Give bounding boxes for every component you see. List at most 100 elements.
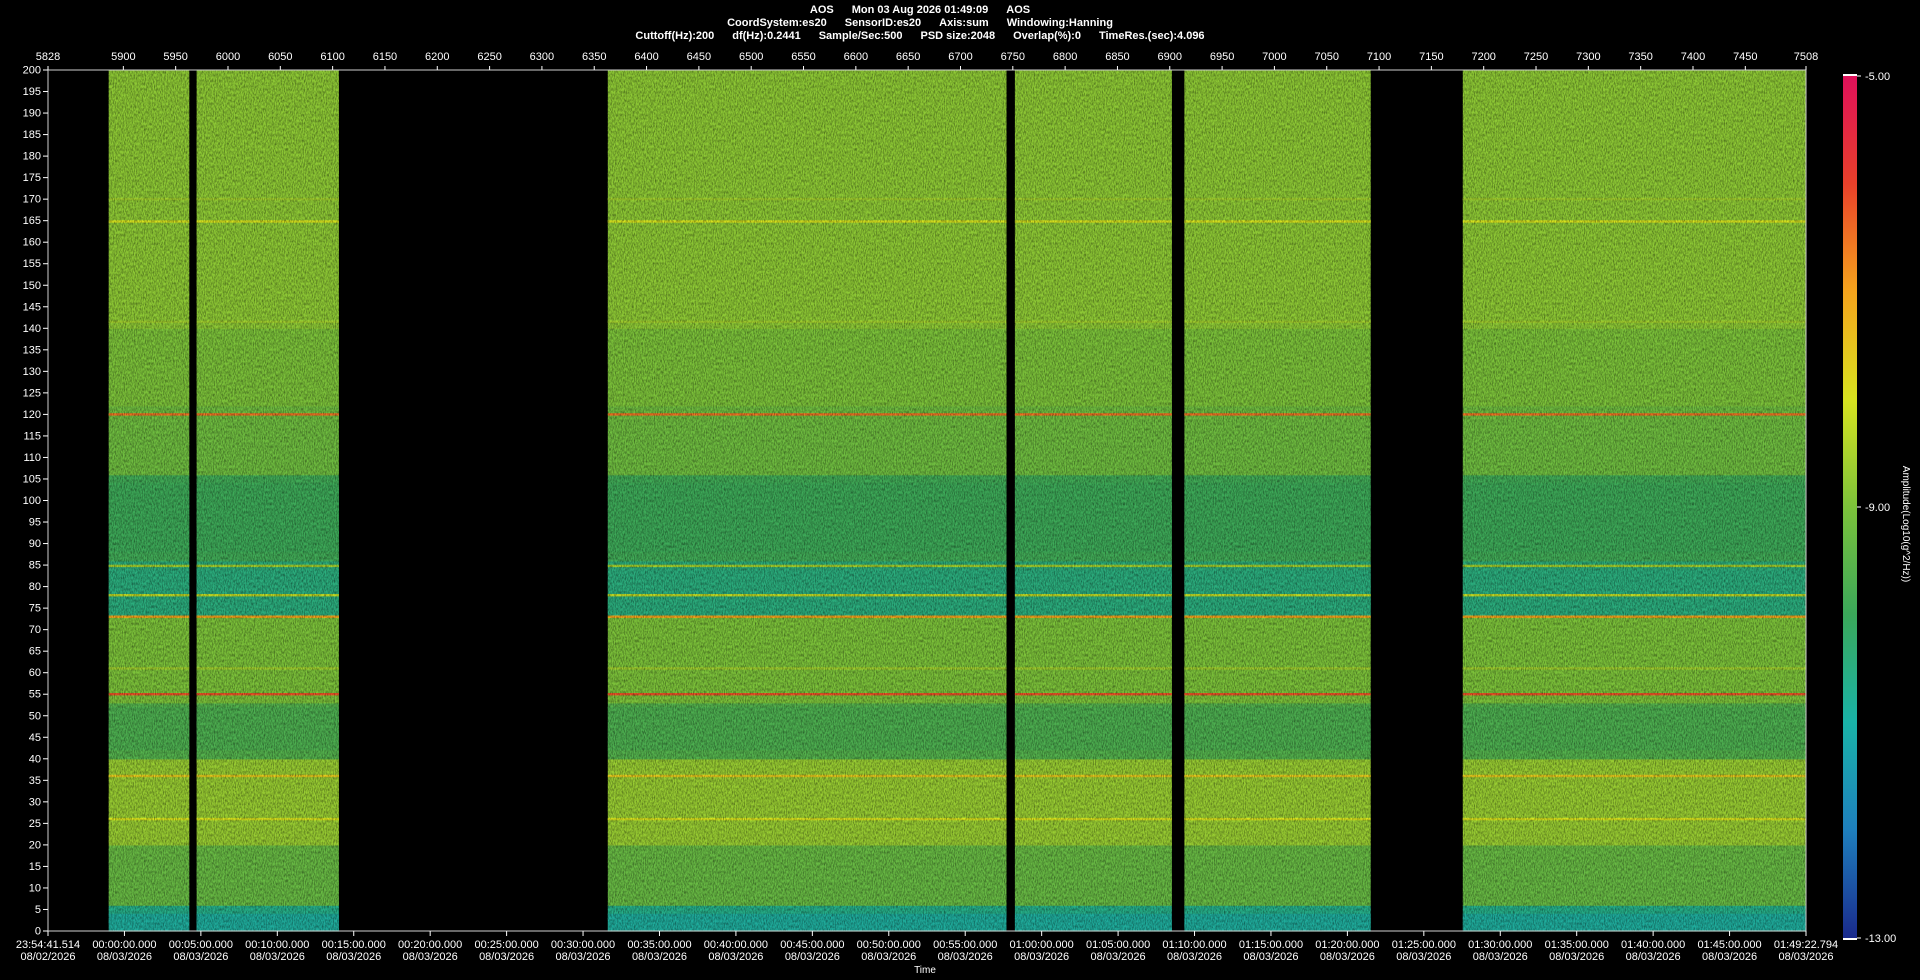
y-tick-label: 120 xyxy=(23,409,41,421)
date-tick-label: 08/03/2026 xyxy=(403,951,458,963)
date-tick-label: 08/03/2026 xyxy=(785,951,840,963)
top-tick-label: 6250 xyxy=(477,51,501,63)
y-tick-label: 100 xyxy=(23,495,41,507)
top-tick-label: 7050 xyxy=(1314,51,1338,63)
y-tick-label: 155 xyxy=(23,258,41,270)
time-tick-label: 00:45:00.000 xyxy=(780,939,844,951)
time-tick-label: 01:20:00.000 xyxy=(1315,939,1379,951)
y-tick-label: 175 xyxy=(23,172,41,184)
y-tick-label: 50 xyxy=(29,710,41,722)
y-tick-label: 75 xyxy=(29,603,41,615)
date-tick-label: 08/03/2026 xyxy=(1626,951,1681,963)
data-segment xyxy=(108,70,190,932)
top-tick-label: 6000 xyxy=(216,51,240,63)
top-tick-label: 6850 xyxy=(1105,51,1129,63)
y-tick-label: 10 xyxy=(29,882,41,894)
colorbar-label: Amplitude(Log10(g^2/Hz)) xyxy=(1900,466,1911,582)
date-tick-label: 08/03/2026 xyxy=(1473,951,1528,963)
data-segment xyxy=(607,70,1007,932)
data-segment xyxy=(1014,70,1172,932)
time-tick-label: 00:40:00.000 xyxy=(704,939,768,951)
y-tick-label: 105 xyxy=(23,473,41,485)
top-tick-label: 6450 xyxy=(687,51,711,63)
top-axis-ticks: 5828 5900 5950 6000 6050 6100 6150 6200 6250 6300… xyxy=(36,51,1818,70)
time-tick-label: 01:05:00.000 xyxy=(1086,939,1150,951)
y-tick-label: 185 xyxy=(23,129,41,141)
top-tick-label: 6150 xyxy=(373,51,397,63)
top-tick-label: 7450 xyxy=(1733,51,1757,63)
top-tick-label: 7000 xyxy=(1262,51,1286,63)
y-axis-ticks: 2001951901851801751701651601551501451401… xyxy=(23,65,48,938)
y-tick-label: 70 xyxy=(29,624,41,636)
top-tick-label: 7300 xyxy=(1576,51,1600,63)
time-tick-label: 01:40:00.000 xyxy=(1621,939,1685,951)
y-tick-label: 45 xyxy=(29,732,41,744)
time-tick-label: 00:50:00.000 xyxy=(857,939,921,951)
time-tick-label: 01:25:00.000 xyxy=(1392,939,1456,951)
y-tick-label: 5 xyxy=(35,904,41,916)
time-tick-label: 01:15:00.000 xyxy=(1239,939,1303,951)
top-tick-label: 6950 xyxy=(1210,51,1234,63)
top-tick-label: 5950 xyxy=(163,51,187,63)
y-tick-label: 60 xyxy=(29,667,41,679)
y-tick-label: 190 xyxy=(23,108,41,120)
time-tick-label: 01:45:00.000 xyxy=(1697,939,1761,951)
top-tick-label: 6350 xyxy=(582,51,606,63)
y-tick-label: 140 xyxy=(23,323,41,335)
top-tick-label: 6550 xyxy=(791,51,815,63)
y-tick-label: 125 xyxy=(23,387,41,399)
top-tick-label: 6100 xyxy=(320,51,344,63)
noise-texture xyxy=(607,70,1007,931)
time-axis-ticks: 23:54:41.51408/02/202600:00:00.00008/03/… xyxy=(16,931,1838,963)
top-tick-label: 7150 xyxy=(1419,51,1443,63)
date-tick-label: 08/03/2026 xyxy=(1243,951,1298,963)
top-tick-label: 6900 xyxy=(1158,51,1182,63)
date-tick-label: 08/03/2026 xyxy=(97,951,152,963)
spectrogram-chart: 2001951901851801751701651601551501451401… xyxy=(16,51,1911,976)
time-tick-label: 01:49:22.794 xyxy=(1774,939,1838,951)
time-tick-label: 00:00:00.000 xyxy=(92,939,156,951)
date-tick-label: 08/03/2026 xyxy=(250,951,305,963)
y-tick-label: 85 xyxy=(29,560,41,572)
date-tick-label: 08/03/2026 xyxy=(1778,951,1833,963)
top-tick-label: 7400 xyxy=(1681,51,1705,63)
date-tick-label: 08/03/2026 xyxy=(1396,951,1451,963)
date-tick-label: 08/03/2026 xyxy=(1320,951,1375,963)
noise-texture xyxy=(196,70,339,931)
noise-texture xyxy=(1184,70,1371,931)
colorbar-top-cap xyxy=(1843,74,1857,76)
date-tick-label: 08/03/2026 xyxy=(1014,951,1069,963)
y-tick-label: 145 xyxy=(23,301,41,313)
y-tick-label: 115 xyxy=(23,430,41,442)
y-tick-label: 65 xyxy=(29,646,41,658)
date-tick-label: 08/03/2026 xyxy=(1167,951,1222,963)
top-tick-label: 6750 xyxy=(1001,51,1025,63)
time-tick-label: 00:35:00.000 xyxy=(627,939,691,951)
date-tick-label: 08/03/2026 xyxy=(479,951,534,963)
y-tick-label: 150 xyxy=(23,280,41,292)
y-tick-label: 130 xyxy=(23,366,41,378)
date-tick-label: 08/02/2026 xyxy=(20,951,75,963)
time-tick-label: 00:05:00.000 xyxy=(169,939,233,951)
time-tick-label: 00:10:00.000 xyxy=(245,939,309,951)
colorbar-bottom-cap xyxy=(1843,938,1857,940)
y-tick-label: 35 xyxy=(29,775,41,787)
time-tick-label: 00:20:00.000 xyxy=(398,939,462,951)
top-tick-label: 6600 xyxy=(844,51,868,63)
top-tick-label: 7250 xyxy=(1524,51,1548,63)
top-tick-label: 6800 xyxy=(1053,51,1077,63)
date-tick-label: 08/03/2026 xyxy=(556,951,611,963)
colorbar-tick-label: -5.00 xyxy=(1865,71,1890,83)
time-tick-label: 23:54:41.514 xyxy=(16,939,80,951)
y-tick-label: 90 xyxy=(29,538,41,550)
date-tick-label: 08/03/2026 xyxy=(173,951,228,963)
top-tick-label: 7200 xyxy=(1471,51,1495,63)
y-tick-label: 170 xyxy=(23,194,41,206)
y-tick-label: 55 xyxy=(29,689,41,701)
top-tick-label: 6400 xyxy=(634,51,658,63)
top-tick-label: 6650 xyxy=(896,51,920,63)
colorbar: -5.00 -9.00 -13.00 xyxy=(1843,71,1896,945)
time-tick-label: 01:30:00.000 xyxy=(1468,939,1532,951)
y-tick-label: 200 xyxy=(23,65,41,77)
y-tick-label: 30 xyxy=(29,796,41,808)
